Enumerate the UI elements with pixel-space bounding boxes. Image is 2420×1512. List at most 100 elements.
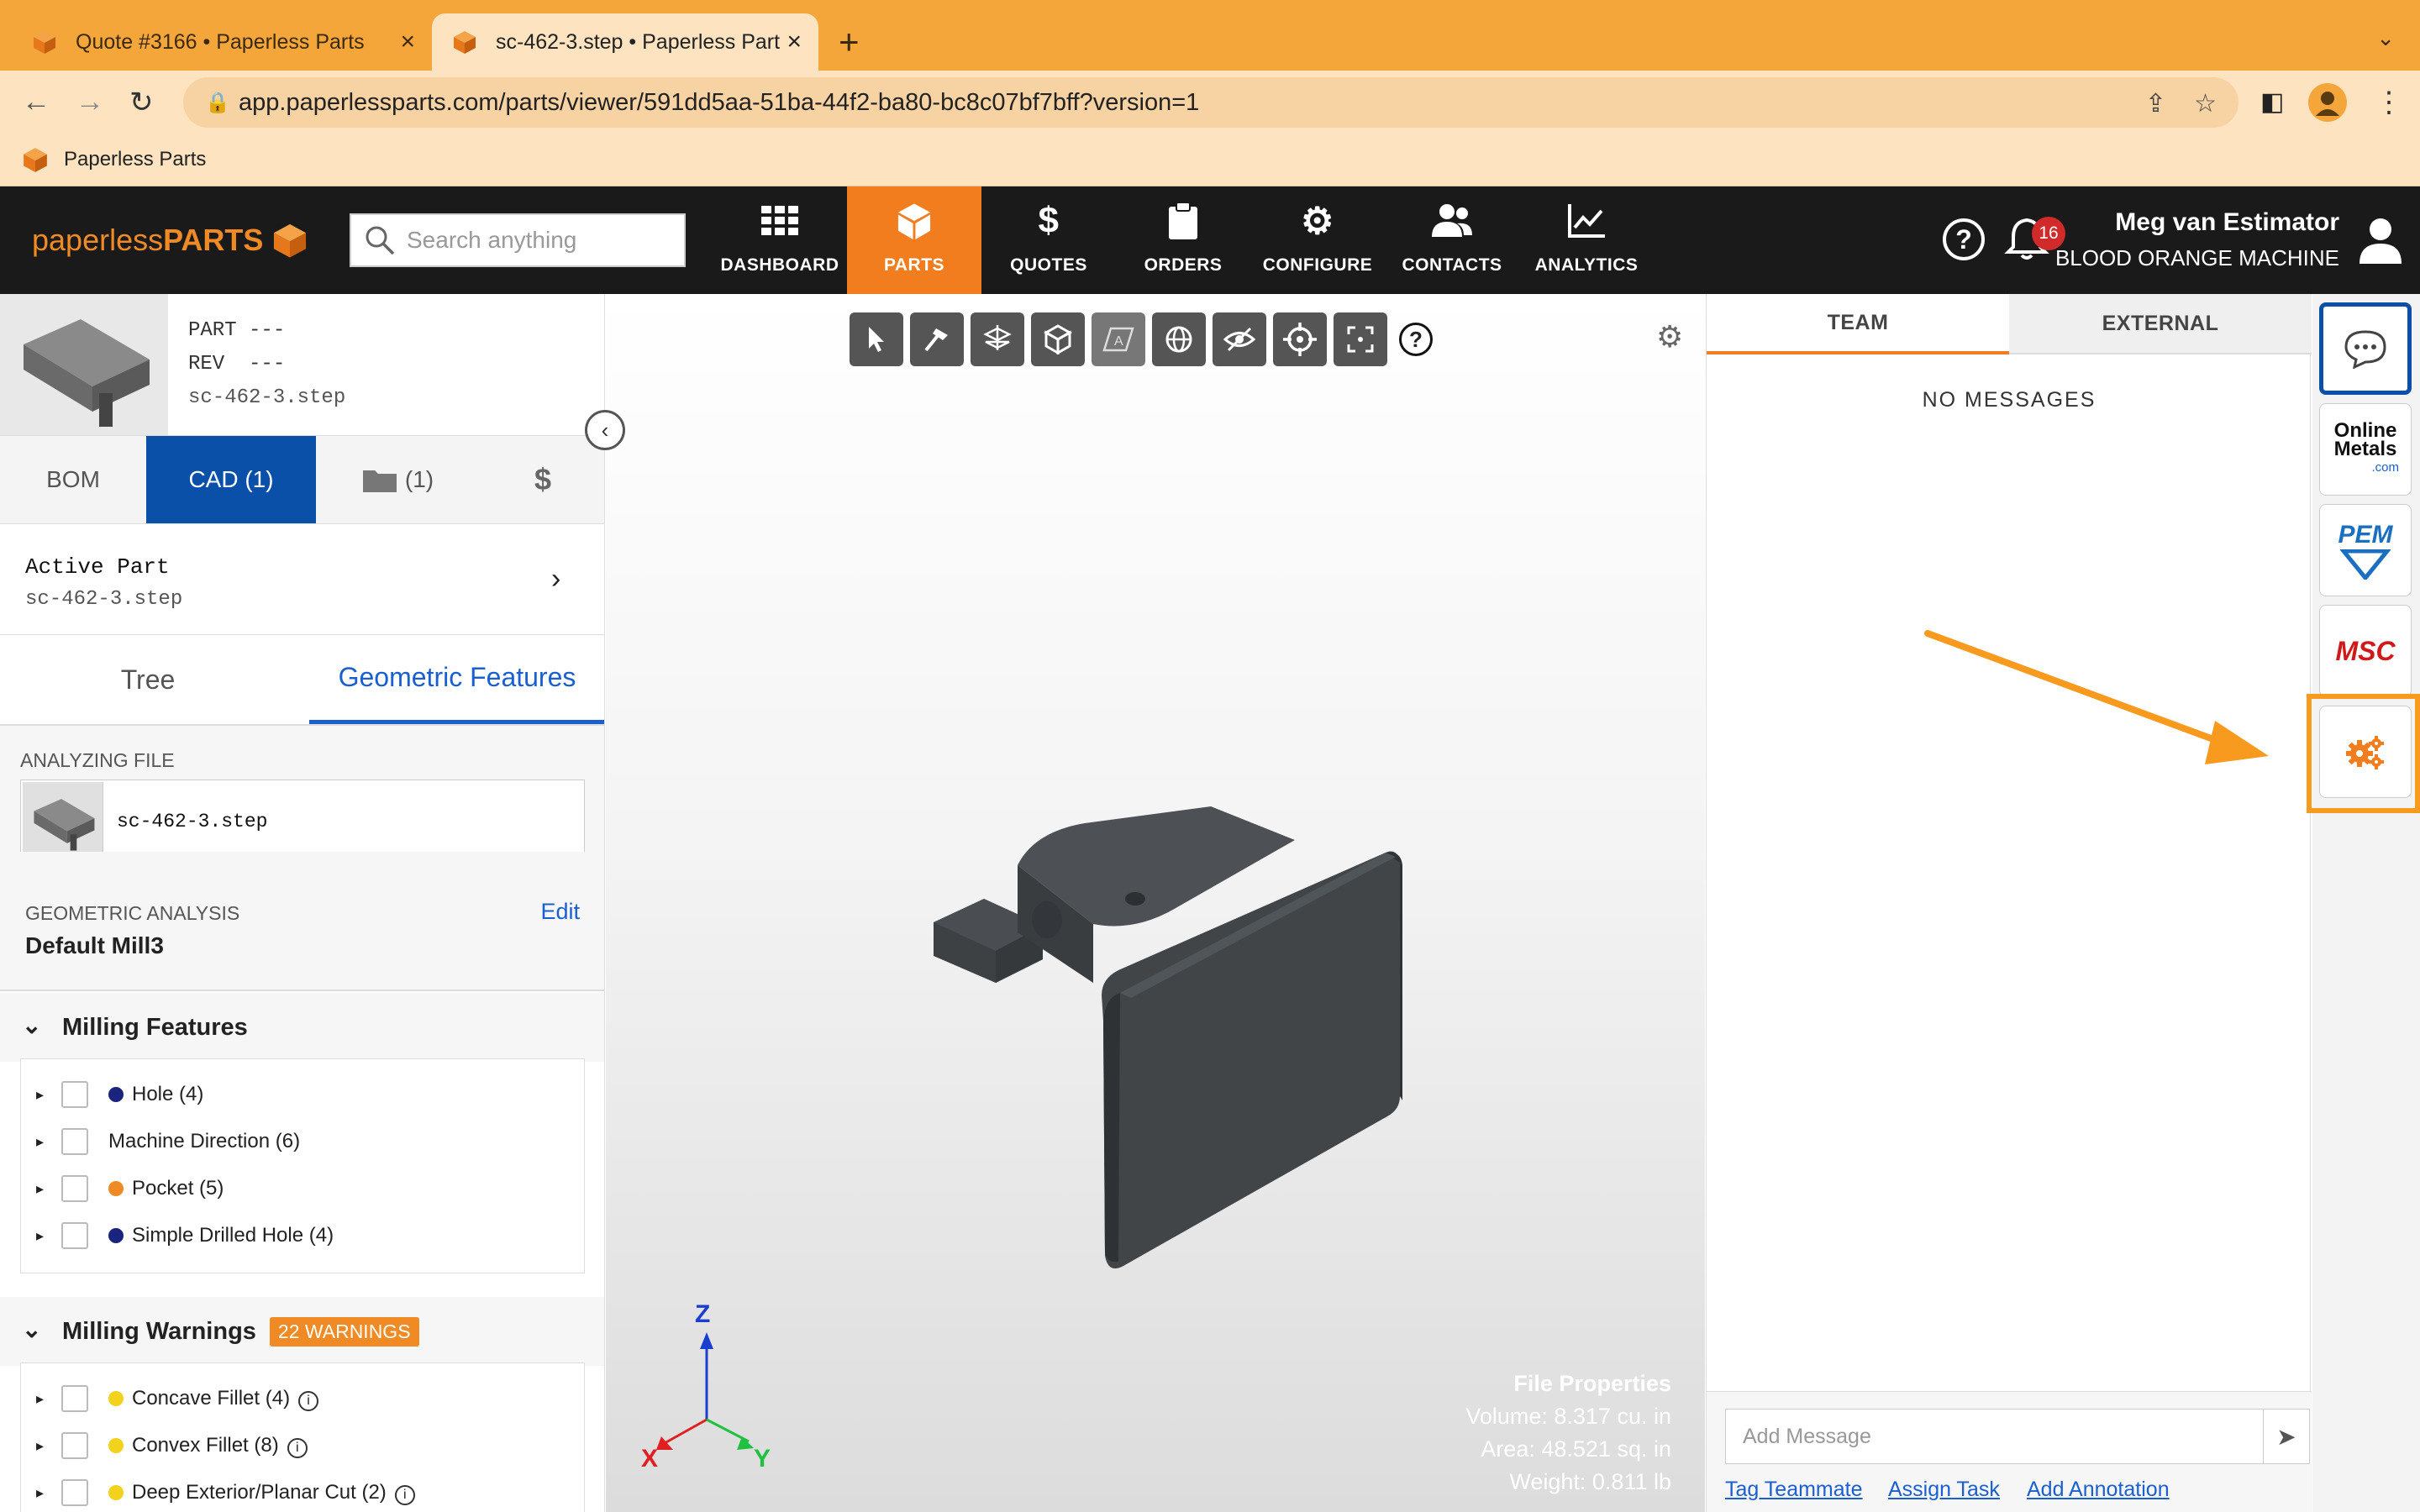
help-icon[interactable]: ? <box>1943 218 1985 260</box>
analyzing-file-card[interactable]: sc-462-3.step <box>20 780 585 862</box>
rev-value: --- <box>249 353 286 375</box>
expand-triangle-icon[interactable]: ▸ <box>36 1086 44 1104</box>
message-composer: Add Message ➤ Tag Teammate Assign Task A… <box>1707 1391 2312 1512</box>
nav-label: ORDERS <box>1144 255 1223 275</box>
expand-triangle-icon[interactable]: ▸ <box>36 1484 44 1502</box>
info-icon[interactable]: i <box>394 1484 415 1505</box>
feature-checkbox[interactable] <box>61 1222 88 1249</box>
close-tab-icon[interactable]: × <box>786 28 802 56</box>
pem-button[interactable]: PEM <box>2319 504 2412 596</box>
section-plane-icon[interactable] <box>971 312 1024 366</box>
viewer-help-icon[interactable]: ? <box>1399 323 1433 356</box>
nav-orders[interactable]: ORDERS <box>1116 186 1250 294</box>
edit-analysis-link[interactable]: Edit <box>540 899 580 925</box>
share-icon[interactable]: ⇪ <box>2145 89 2166 118</box>
collapse-panel-chevron-left-icon[interactable]: ‹ <box>585 410 625 450</box>
bookmark-paperless-parts[interactable]: Paperless Parts <box>22 146 206 173</box>
feature-checkbox[interactable] <box>61 1128 88 1155</box>
nav-dashboard[interactable]: DASHBOARD <box>713 186 847 294</box>
axis-x-label: X <box>641 1445 658 1473</box>
add-message-input[interactable]: Add Message <box>1725 1409 2263 1464</box>
close-tab-icon[interactable]: × <box>400 28 415 56</box>
milling-warnings-header[interactable]: ⌄ Milling Warnings 22 WARNINGS <box>0 1297 604 1366</box>
expand-triangle-icon[interactable]: ▸ <box>36 1437 44 1455</box>
warning-checkbox[interactable] <box>61 1432 88 1459</box>
feature-row-machine-direction[interactable]: ▸ Machine Direction (6) <box>21 1118 584 1165</box>
feature-row-hole[interactable]: ▸ Hole (4) <box>21 1071 584 1118</box>
add-annotation-link[interactable]: Add Annotation <box>2027 1478 2170 1502</box>
tab-cad[interactable]: CAD (1) <box>146 436 316 523</box>
back-icon[interactable]: ← <box>22 86 50 118</box>
warning-row-deep-exterior-cut[interactable]: ▸ Deep Exterior/Planar Cut (2) i <box>21 1469 584 1512</box>
nav-parts[interactable]: PARTS <box>847 186 981 294</box>
tab-files[interactable]: (1) <box>316 436 481 523</box>
nav-quotes[interactable]: $ QUOTES <box>981 186 1116 294</box>
address-bar[interactable]: 🔒 app.paperlessparts.com/parts/viewer/59… <box>183 77 2238 128</box>
tab-external[interactable]: EXTERNAL <box>2009 294 2312 354</box>
cube-icon <box>896 200 933 242</box>
part-filename: sc-462-3.step <box>188 386 346 409</box>
tab-geometric-features[interactable]: Geometric Features <box>309 635 604 724</box>
tab-pricing-dollar-icon[interactable]: $ <box>481 436 604 523</box>
3d-part-model[interactable] <box>925 731 1497 1302</box>
tab-tree[interactable]: Tree <box>0 635 296 724</box>
assign-task-link[interactable]: Assign Task <box>1888 1478 2000 1502</box>
side-panel-icon[interactable]: ◧ <box>2260 87 2284 117</box>
browser-tab-quote[interactable]: Quote #3166 • Paperless Parts × <box>12 13 432 71</box>
user-name[interactable]: Meg van Estimator <box>2115 208 2339 237</box>
feature-checkbox[interactable] <box>61 1175 88 1202</box>
msc-button[interactable]: MSC <box>2319 605 2412 697</box>
feature-row-simple-drilled-hole[interactable]: ▸ Simple Drilled Hole (4) <box>21 1212 584 1259</box>
send-icon[interactable]: ➤ <box>2263 1409 2310 1464</box>
warning-row-convex-fillet[interactable]: ▸ Convex Fillet (8) i <box>21 1422 584 1469</box>
chat-bubble-button[interactable] <box>2319 302 2412 395</box>
info-icon[interactable]: i <box>298 1390 319 1411</box>
info-icon[interactable]: i <box>287 1437 308 1458</box>
global-search-input[interactable]: Search anything <box>350 213 686 267</box>
feature-label: Hole (4) <box>132 1083 204 1105</box>
select-cursor-icon[interactable] <box>850 312 903 366</box>
expand-triangle-icon[interactable]: ▸ <box>36 1390 44 1408</box>
feature-row-pocket[interactable]: ▸ Pocket (5) <box>21 1165 584 1212</box>
warning-checkbox[interactable] <box>61 1385 88 1412</box>
new-tab-icon[interactable]: + <box>839 22 860 62</box>
crosshair-center-icon[interactable] <box>1273 312 1327 366</box>
milling-features-header[interactable]: ⌄ Milling Features <box>0 993 604 1062</box>
online-metals-button[interactable]: Online Metals .com <box>2319 403 2412 496</box>
forward-icon[interactable]: → <box>76 86 104 118</box>
viewer-settings-gear-icon[interactable]: ⚙ <box>1656 319 1683 354</box>
fit-to-view-icon[interactable] <box>1334 312 1387 366</box>
annotation-view-icon[interactable]: A <box>1092 312 1145 366</box>
nav-analytics[interactable]: ANALYTICS <box>1519 186 1654 294</box>
profile-avatar-icon[interactable] <box>2307 82 2348 123</box>
hide-eye-icon[interactable] <box>1213 312 1266 366</box>
warning-checkbox[interactable] <box>61 1479 88 1506</box>
tab-team[interactable]: TEAM <box>1707 294 2009 354</box>
bookmark-star-icon[interactable]: ☆ <box>2194 89 2217 118</box>
axis-z-label: Z <box>695 1300 710 1328</box>
nav-configure[interactable]: ⚙ CONFIGURE <box>1250 186 1385 294</box>
reload-icon[interactable]: ↻ <box>129 86 154 119</box>
paperless-parts-logo[interactable]: paperless PARTS <box>32 222 308 259</box>
globe-icon[interactable] <box>1152 312 1206 366</box>
measure-tool-icon[interactable] <box>910 312 964 366</box>
nav-contacts[interactable]: CONTACTS <box>1385 186 1519 294</box>
browser-menu-icon[interactable]: ⋮ <box>2375 86 2403 119</box>
tab-search-chevron-icon[interactable]: ⌄ <box>2376 25 2395 51</box>
expand-triangle-icon[interactable]: ▸ <box>36 1227 44 1245</box>
expand-triangle-icon[interactable]: ▸ <box>36 1133 44 1151</box>
user-avatar-icon[interactable] <box>2358 217 2403 264</box>
cube-view-icon[interactable] <box>1031 312 1085 366</box>
expand-triangle-icon[interactable]: ▸ <box>36 1180 44 1198</box>
feature-color-dot <box>108 1087 124 1102</box>
tab-bom[interactable]: BOM <box>0 436 146 523</box>
tag-teammate-link[interactable]: Tag Teammate <box>1725 1478 1863 1502</box>
warning-label: Deep Exterior/Planar Cut (2) i <box>132 1481 415 1505</box>
feature-checkbox[interactable] <box>61 1081 88 1108</box>
warning-color-dot <box>108 1391 124 1406</box>
browser-tab-step[interactable]: sc-462-3.step • Paperless Part × <box>432 13 818 71</box>
active-part-selector[interactable]: Active Part sc-462-3.step › <box>0 524 604 635</box>
cad-viewer[interactable]: A ? ⚙ Z X Y File Properties Volume: 8.31… <box>606 294 1705 1512</box>
warning-row-concave-fillet[interactable]: ▸ Concave Fillet (4) i <box>21 1375 584 1422</box>
file-thumbnail <box>23 782 103 859</box>
